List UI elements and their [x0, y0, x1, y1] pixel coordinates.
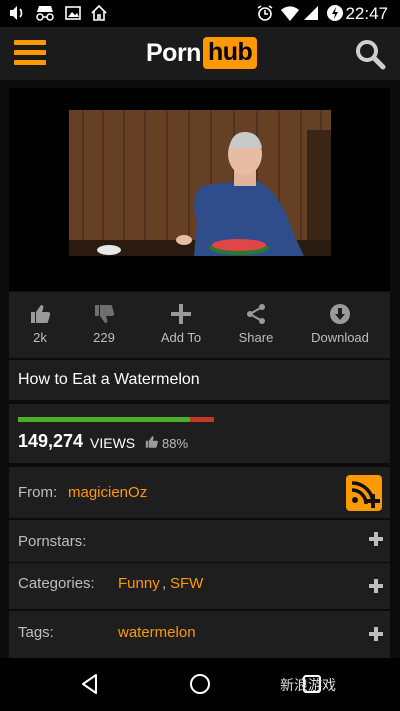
like-button[interactable]: 2k	[19, 292, 61, 358]
clock: 22:47	[345, 4, 388, 23]
wifi-icon	[281, 6, 299, 22]
categories-label: Categories:	[18, 575, 95, 592]
video-title: How to Eat a Watermelon	[18, 371, 200, 388]
expand-plus-icon[interactable]	[369, 627, 383, 641]
rating-bar-positive	[18, 417, 190, 422]
logo-text-left: Porn	[146, 38, 201, 67]
home-icon[interactable]	[188, 672, 212, 696]
category-link[interactable]: SFW	[170, 575, 203, 592]
site-logo[interactable]: Porn hub	[146, 36, 258, 70]
volume-icon	[10, 6, 23, 20]
categories-row[interactable]: Categories: Funny, SFW	[9, 563, 390, 609]
thumbs-up-icon	[145, 436, 158, 448]
download-icon	[330, 304, 350, 324]
thumbs-down-icon	[95, 305, 115, 323]
uploader-link[interactable]: magicienOz	[68, 484, 147, 501]
rating-percent: 88%	[162, 436, 189, 451]
tags-row[interactable]: Tags: watermelon	[9, 611, 390, 658]
add-to-button[interactable]: Add To	[153, 292, 209, 358]
rating-bar-negative	[190, 417, 214, 422]
thumbs-up-icon	[31, 305, 51, 323]
navigation-bar	[0, 658, 400, 711]
incognito-icon	[36, 6, 54, 21]
from-label: From:	[18, 484, 58, 501]
expand-plus-icon[interactable]	[369, 532, 383, 546]
home-icon	[91, 4, 107, 21]
alarm-icon	[257, 5, 273, 21]
rss-plus-icon	[351, 481, 380, 508]
expand-plus-icon[interactable]	[369, 579, 383, 593]
title-card: How to Eat a Watermelon	[9, 360, 390, 400]
app-header: Porn hub	[0, 27, 400, 80]
tags-label: Tags:	[18, 624, 54, 641]
logo-text-right: hub	[202, 37, 258, 69]
download-button[interactable]: Download	[305, 292, 375, 358]
pornstars-row[interactable]: Pornstars:	[9, 520, 390, 562]
watermark-text: 新浪游戏	[280, 677, 336, 693]
tag-link[interactable]: watermelon	[118, 624, 196, 641]
status-bar: 22:47	[0, 0, 400, 27]
subscribe-button[interactable]	[346, 475, 382, 511]
dislike-button[interactable]: 229	[81, 292, 127, 358]
plus-icon	[171, 304, 191, 324]
video-thumbnail[interactable]	[69, 110, 331, 256]
image-icon	[65, 6, 81, 20]
stats-card: 149,274 VIEWS 88%	[9, 404, 390, 463]
pornstars-label: Pornstars:	[18, 533, 87, 550]
search-icon[interactable]	[354, 38, 386, 70]
battery-icon	[327, 5, 343, 21]
video-actions: 2k 229 Add To Share Download	[9, 292, 390, 358]
menu-icon[interactable]	[14, 40, 46, 66]
views-label: VIEWS	[90, 435, 136, 451]
share-button[interactable]: Share	[233, 292, 279, 358]
from-row: From: magicienOz	[9, 467, 390, 518]
video-player[interactable]	[9, 88, 390, 291]
category-link[interactable]: Funny	[118, 575, 160, 592]
back-icon[interactable]	[78, 672, 102, 696]
signal-icon	[304, 6, 318, 20]
share-icon	[247, 304, 265, 324]
category-separator: ,	[162, 575, 167, 592]
view-count: 149,274	[18, 431, 84, 451]
